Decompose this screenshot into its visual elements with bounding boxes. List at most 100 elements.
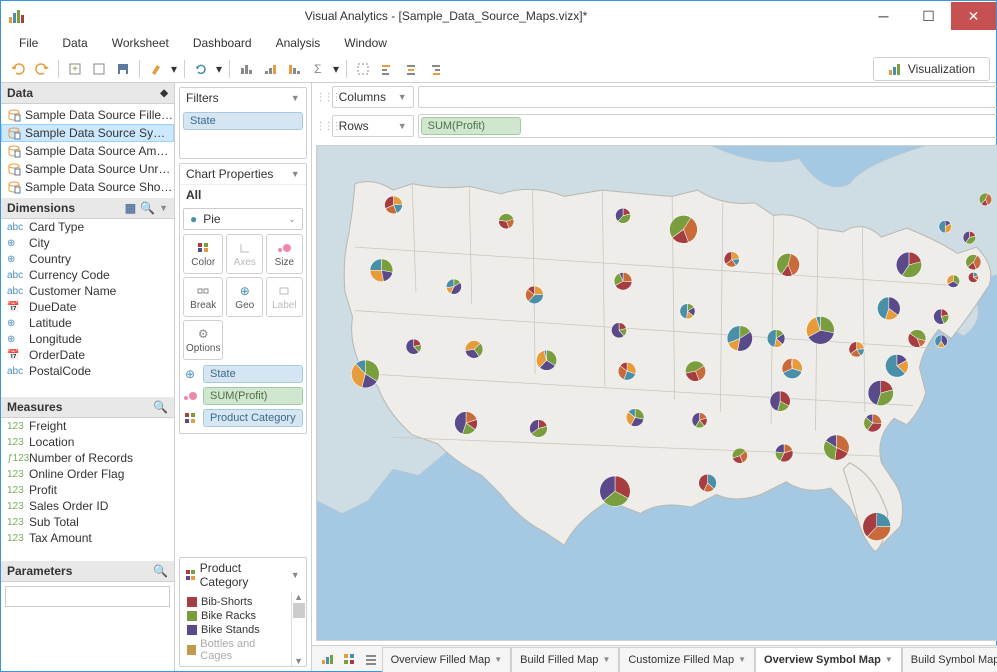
sheet-tab[interactable]: Build Symbol Map▼	[902, 647, 997, 672]
map-pie-marker[interactable]	[979, 193, 992, 206]
data-source-item[interactable]: Sample Data Source Fille…	[1, 106, 174, 124]
dimensions-table-icon[interactable]: ▦	[125, 201, 136, 215]
map-pie-marker[interactable]	[465, 340, 483, 358]
data-source-item[interactable]: Sample Data Source Am…	[1, 142, 174, 160]
map-pie-marker[interactable]	[933, 309, 948, 324]
rows-pill-profit[interactable]: SUM(Profit)	[421, 117, 521, 135]
map-pie-marker[interactable]	[732, 448, 747, 463]
map-pie-marker[interactable]	[669, 215, 697, 243]
sheet-tab[interactable]: Build Filled Map▼	[511, 647, 619, 672]
chart-pill[interactable]: State	[203, 365, 303, 383]
data-source-item[interactable]: Sample Data Source Sy…	[1, 124, 174, 142]
columns-label[interactable]: Columns▼	[332, 86, 414, 108]
sort-desc-button[interactable]	[283, 58, 305, 80]
map-pie-marker[interactable]	[384, 196, 402, 214]
parameters-search-icon[interactable]: 🔍	[153, 564, 168, 578]
map-pie-marker[interactable]	[614, 272, 632, 290]
measure-field[interactable]: 123Location	[1, 434, 174, 450]
menu-window[interactable]: Window	[334, 34, 397, 52]
dimension-field[interactable]: 📅DueDate	[1, 299, 174, 315]
chart-btn-geo[interactable]: ⊕Geo	[226, 277, 263, 317]
parameters-input[interactable]	[5, 586, 170, 607]
dimension-field[interactable]: abcPostalCode	[1, 363, 174, 379]
columns-handle-icon[interactable]: ⋮⋮⋮	[316, 92, 328, 103]
map-pie-marker[interactable]	[692, 413, 707, 428]
chart-btn-break[interactable]: Break	[183, 277, 223, 317]
dimension-field[interactable]: abcCustomer Name	[1, 283, 174, 299]
menu-file[interactable]: File	[9, 34, 48, 52]
rows-handle-icon[interactable]: ⋮⋮⋮	[316, 121, 328, 132]
menu-dashboard[interactable]: Dashboard	[183, 34, 262, 52]
map-pie-marker[interactable]	[965, 255, 980, 270]
map-pie-marker[interactable]	[862, 513, 890, 541]
map-pie-marker[interactable]	[963, 231, 976, 244]
sheet-tab[interactable]: Customize Filled Map▼	[619, 647, 755, 672]
map-pie-marker[interactable]	[863, 414, 881, 432]
list-sheets-button[interactable]	[360, 648, 382, 670]
totals-dropdown[interactable]: ▾	[331, 58, 341, 80]
map-pie-marker[interactable]	[727, 326, 752, 351]
redo-button[interactable]	[31, 58, 53, 80]
measure-field[interactable]: 123Profit	[1, 482, 174, 498]
map-pie-marker[interactable]	[615, 208, 630, 223]
align-left-button[interactable]	[376, 58, 398, 80]
map-pie-marker[interactable]	[525, 286, 543, 304]
map-pie-marker[interactable]	[406, 339, 421, 354]
map-pie-marker[interactable]	[947, 275, 960, 288]
legend-item[interactable]: Bottles and Cages	[183, 637, 288, 663]
chart-pill[interactable]: SUM(Profit)	[203, 387, 303, 405]
chart-pill[interactable]: Product Category	[203, 409, 303, 427]
chart-btn-color[interactable]: Color	[183, 234, 223, 274]
map-pie-marker[interactable]	[849, 342, 864, 357]
new-sheet-button[interactable]	[88, 58, 110, 80]
shape-select[interactable]: ● Pie ⌄	[183, 208, 303, 230]
map-pie-marker[interactable]	[770, 391, 790, 411]
refresh-button[interactable]	[190, 58, 212, 80]
sheet-tab[interactable]: Overview Symbol Map▼	[755, 647, 902, 672]
map-pie-marker[interactable]	[934, 335, 947, 348]
menu-worksheet[interactable]: Worksheet	[102, 34, 179, 52]
dimension-field[interactable]: 📅OrderDate	[1, 347, 174, 363]
sheet-tab[interactable]: Overview Filled Map▼	[382, 647, 512, 672]
map-pie-marker[interactable]	[885, 354, 908, 377]
align-center-button[interactable]	[400, 58, 422, 80]
undo-button[interactable]	[7, 58, 29, 80]
refresh-dropdown[interactable]: ▾	[214, 58, 224, 80]
measure-field[interactable]: 123Online Order Flag	[1, 466, 174, 482]
columns-drop-zone[interactable]	[418, 86, 997, 108]
map-pie-marker[interactable]	[498, 214, 513, 229]
map-pie-marker[interactable]	[806, 316, 834, 344]
map-pie-marker[interactable]	[724, 252, 739, 267]
map-pie-marker[interactable]	[775, 444, 793, 462]
map-pie-marker[interactable]	[626, 409, 644, 427]
measure-field[interactable]: 123Freight	[1, 418, 174, 434]
map-pie-marker[interactable]	[968, 272, 978, 282]
map-pie-marker[interactable]	[685, 361, 705, 381]
measures-search-icon[interactable]: 🔍	[153, 400, 168, 414]
legend-scrollbar[interactable]: ▲ ▼	[291, 592, 306, 666]
align-right-button[interactable]	[424, 58, 446, 80]
measure-field[interactable]: 123Sub Total	[1, 514, 174, 530]
highlight-button[interactable]	[352, 58, 374, 80]
data-source-item[interactable]: Sample Data Source Sho…	[1, 178, 174, 196]
map-pie-marker[interactable]	[868, 380, 893, 405]
map-pie-marker[interactable]	[938, 220, 951, 233]
map-viz[interactable]	[316, 145, 997, 641]
swap-button[interactable]	[235, 58, 257, 80]
menu-data[interactable]: Data	[52, 34, 97, 52]
map-pie-marker[interactable]	[536, 350, 556, 370]
map-pie-marker[interactable]	[618, 362, 636, 380]
legend-item[interactable]: Bib-Shorts	[183, 595, 288, 609]
map-pie-marker[interactable]	[611, 323, 626, 338]
measure-field[interactable]: 123Sales Order ID	[1, 498, 174, 514]
rows-drop-zone[interactable]: SUM(Profit)	[418, 114, 997, 138]
close-button[interactable]: ✕	[951, 2, 996, 30]
map-pie-marker[interactable]	[454, 412, 477, 435]
data-source-item[interactable]: Sample Data Source Unr…	[1, 160, 174, 178]
map-pie-marker[interactable]	[896, 252, 921, 277]
rows-label[interactable]: Rows▼	[332, 115, 414, 137]
legend-item[interactable]: Bike Racks	[183, 609, 288, 623]
map-pie-marker[interactable]	[776, 253, 799, 276]
map-pie-marker[interactable]	[599, 476, 629, 506]
new-ds-button[interactable]: +	[64, 58, 86, 80]
